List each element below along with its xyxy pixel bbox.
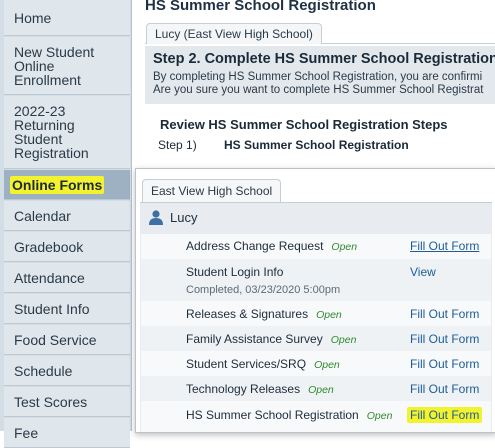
sidebar-item-test-scores[interactable]: Test Scores <box>4 387 130 417</box>
sidebar-nav: Home New Student Online Enrollment 2022-… <box>0 0 132 448</box>
fill-out-form-link[interactable]: Fill Out Form <box>407 407 483 423</box>
sidebar-item-gradebook[interactable]: Gradebook <box>4 232 130 262</box>
list-item: Student Services/SRQ Open Fill Out Form <box>141 351 491 376</box>
fill-out-form-link[interactable]: Fill Out Form <box>410 357 479 371</box>
sidebar-item-schedule[interactable]: Schedule <box>4 356 130 386</box>
status-badge: Open <box>316 309 342 321</box>
page-title: HS Summer School Registration <box>145 0 376 14</box>
status-badge: Open <box>331 241 358 253</box>
step-number: Step 1) <box>158 138 197 152</box>
list-item: Family Assistance Survey Open Fill Out Fo… <box>141 326 491 351</box>
step-description-line2: Are you sure you want to complete HS Sum… <box>153 84 484 96</box>
form-name: HS Summer School Registration Open <box>186 408 393 422</box>
review-steps-title: Review HS Summer School Registration Ste… <box>160 117 448 132</box>
sidebar-item-label: Student Info <box>14 300 90 317</box>
person-icon <box>149 210 163 225</box>
completed-timestamp: Completed, 03/23/2020 5:00pm <box>186 284 341 296</box>
sidebar-item-food-service[interactable]: Food Service <box>4 325 130 355</box>
form-name: Student Services/SRQ Open <box>186 357 340 371</box>
sidebar-item-home[interactable]: Home <box>4 0 130 36</box>
sidebar-item-calendar[interactable]: Calendar <box>4 201 130 231</box>
form-name: Releases & Signatures Open <box>186 307 342 321</box>
student-header: Lucy <box>148 209 197 225</box>
form-name: Technology Releases Open <box>186 382 334 396</box>
list-item: Technology Releases Open Fill Out Form <box>141 376 491 401</box>
status-badge: Open <box>314 359 340 371</box>
view-link[interactable]: View <box>410 265 436 279</box>
tab-student-school[interactable]: Lucy (East View High School) <box>146 23 322 44</box>
fill-out-form-link[interactable]: Fill Out Form <box>410 332 479 346</box>
sidebar-item-label: 2022-23 Returning Student Registration <box>14 103 89 161</box>
sidebar-item-attendance[interactable]: Attendance <box>4 263 130 293</box>
online-forms-popup: East View High School Lucy Address Chang… <box>135 168 495 433</box>
sidebar-item-label: Online Forms <box>10 175 105 194</box>
sidebar-item-new-student-enrollment[interactable]: New Student Online Enrollment <box>4 37 130 95</box>
sidebar-item-label: Fee <box>14 425 39 441</box>
sidebar-item-label: Gradebook <box>14 238 84 255</box>
step-title: Step 2. Complete HS Summer School Regist… <box>153 51 495 67</box>
list-item: Releases & Signatures Open Fill Out Form <box>141 301 491 326</box>
status-badge: Open <box>330 334 357 346</box>
list-item: Student Login Info Completed, 03/23/2020… <box>141 259 491 301</box>
form-name: Family Assistance Survey Open <box>186 332 357 346</box>
status-badge: Open <box>308 384 334 396</box>
step-description-line1: By completing HS Summer School Registrat… <box>153 71 483 83</box>
student-name: Lucy <box>170 209 198 225</box>
list-item: HS Summer School Registration Open Fill O… <box>141 401 491 432</box>
tab-school[interactable]: East View High School <box>142 179 282 202</box>
sidebar-item-online-forms[interactable]: Online Forms <box>4 170 130 200</box>
form-name: Student Login Info <box>186 265 284 279</box>
sidebar-item-label: New Student Online Enrollment <box>14 43 95 88</box>
sidebar-item-label: Calendar <box>14 207 71 224</box>
fill-out-form-link[interactable]: Fill Out Form <box>410 239 479 253</box>
sidebar-item-student-info[interactable]: Student Info <box>4 294 130 324</box>
sidebar-item-returning-student-registration[interactable]: 2022-23 Returning Student Registration <box>4 96 130 169</box>
sidebar-item-label: Home <box>14 9 52 26</box>
step-name: HS Summer School Registration <box>224 138 409 152</box>
fill-out-form-link[interactable]: Fill Out Form <box>410 382 479 396</box>
list-item: Address Change Request Open Fill Out Form <box>141 234 491 259</box>
sidebar-item-fee[interactable]: Fee <box>4 418 130 448</box>
fill-out-form-link[interactable]: Fill Out Form <box>410 307 479 321</box>
sidebar-item-label: Test Scores <box>14 393 88 410</box>
form-name: Address Change Request Open <box>186 239 358 253</box>
sidebar-item-label: Attendance <box>14 269 85 286</box>
status-badge: Open <box>366 410 393 422</box>
sidebar-item-label: Schedule <box>14 362 73 379</box>
sidebar-item-label: Food Service <box>14 331 97 348</box>
